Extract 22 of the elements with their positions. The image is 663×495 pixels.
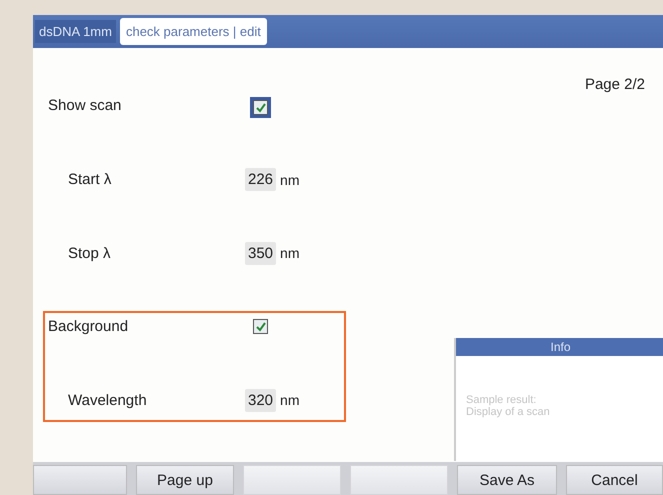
unit-label: nm [280,392,300,408]
info-text: Display of a scan [466,406,551,418]
page-indicator: Page 2/2 [584,76,645,93]
checkbox[interactable] [253,319,268,334]
parameter-label: Start λ [67,171,112,188]
title-tab[interactable]: dsDNA 1mm [35,20,116,43]
dialog-title: Info [456,338,663,356]
parameter-label: Stop λ [67,244,112,262]
value-field[interactable]: 226 [245,168,276,192]
info-text: Sample result: [466,394,538,406]
parameter-label: Background [47,318,130,336]
value-field[interactable]: 320 [245,388,276,412]
softkey-button[interactable] [33,465,127,495]
softkey-button[interactable]: Cancel [566,465,663,495]
parameter-label: Show scan [47,97,122,114]
value-field[interactable]: 350 [245,242,276,265]
softkey-button[interactable]: Save As [457,465,557,495]
title-tab[interactable]: check parameters | edit [120,18,267,45]
unit-label: nm [280,245,300,262]
softkey-button[interactable]: Page up [136,465,234,495]
parameter-label: Wavelength [67,392,148,409]
unit-label: nm [280,172,300,188]
